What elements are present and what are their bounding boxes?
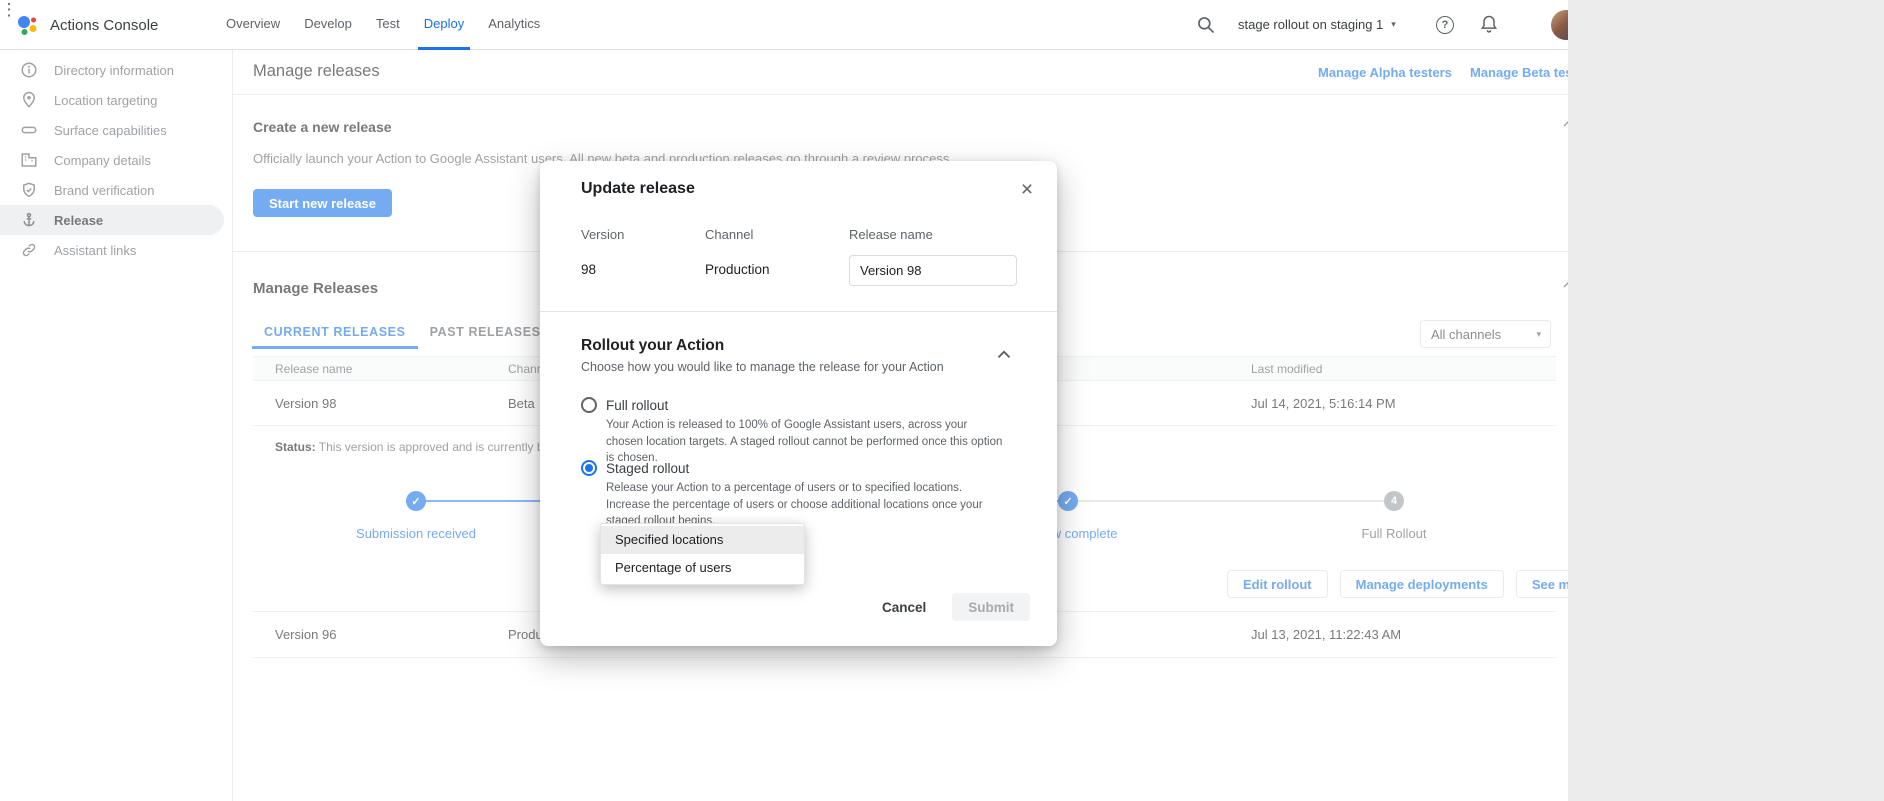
- top-app-bar: Actions Console Overview Develop Test De…: [0, 0, 1568, 50]
- menu-item-percentage-of-users[interactable]: Percentage of users: [601, 554, 804, 582]
- radio-staged-rollout[interactable]: [581, 460, 597, 476]
- version-label: Version: [581, 227, 624, 242]
- full-rollout-description: Your Action is released to 100% of Googl…: [606, 417, 1006, 467]
- cancel-button[interactable]: Cancel: [882, 600, 926, 615]
- release-name-label: Release name: [849, 227, 933, 242]
- staged-rollout-label[interactable]: Staged rollout: [606, 461, 689, 476]
- full-rollout-label[interactable]: Full rollout: [606, 398, 668, 413]
- nav-overview[interactable]: Overview: [214, 0, 292, 50]
- dialog-footer: Cancel Submit: [882, 593, 1030, 621]
- desktop-gutter: [1568, 0, 1884, 801]
- actions-console-window: Actions Console Overview Develop Test De…: [0, 0, 1568, 801]
- top-nav: Overview Develop Test Deploy Analytics: [214, 0, 552, 50]
- help-glyph: ?: [1436, 16, 1454, 34]
- help-icon[interactable]: ?: [1436, 16, 1454, 34]
- project-selector-label: stage rollout on staging 1: [1238, 17, 1383, 32]
- rollout-section-title: Rollout your Action: [581, 337, 724, 355]
- nav-develop[interactable]: Develop: [292, 0, 364, 50]
- channel-value: Production: [705, 262, 770, 277]
- chevron-down-icon: ▾: [1391, 19, 1396, 30]
- notifications-icon[interactable]: [1479, 14, 1499, 39]
- rollout-section-subtitle: Choose how you would like to manage the …: [581, 360, 944, 374]
- nav-analytics[interactable]: Analytics: [476, 0, 552, 50]
- channel-label: Channel: [705, 227, 753, 242]
- menu-item-specified-locations[interactable]: Specified locations: [601, 526, 804, 554]
- radio-full-rollout[interactable]: [581, 397, 597, 413]
- actions-on-google-logo-icon: [14, 12, 40, 38]
- brand: Actions Console: [14, 12, 158, 38]
- nav-deploy[interactable]: Deploy: [412, 0, 476, 50]
- nav-test[interactable]: Test: [364, 0, 412, 50]
- app-title: Actions Console: [50, 17, 158, 34]
- close-icon[interactable]: ×: [1014, 177, 1040, 203]
- chevron-up-icon[interactable]: [993, 344, 1015, 366]
- update-release-dialog: Update release × Version Channel Release…: [540, 161, 1057, 646]
- project-selector[interactable]: stage rollout on staging 1 ▾: [1238, 17, 1396, 32]
- search-icon[interactable]: [1196, 15, 1216, 40]
- release-name-input[interactable]: [849, 255, 1017, 286]
- dialog-title: Update release: [581, 180, 695, 198]
- divider: [540, 311, 1057, 312]
- submit-button[interactable]: Submit: [952, 593, 1030, 621]
- avatar[interactable]: [1551, 10, 1568, 40]
- screen: Actions Console Overview Develop Test De…: [0, 0, 1884, 801]
- rollout-type-menu: Specified locations Percentage of users: [600, 523, 805, 585]
- version-value: 98: [581, 262, 596, 277]
